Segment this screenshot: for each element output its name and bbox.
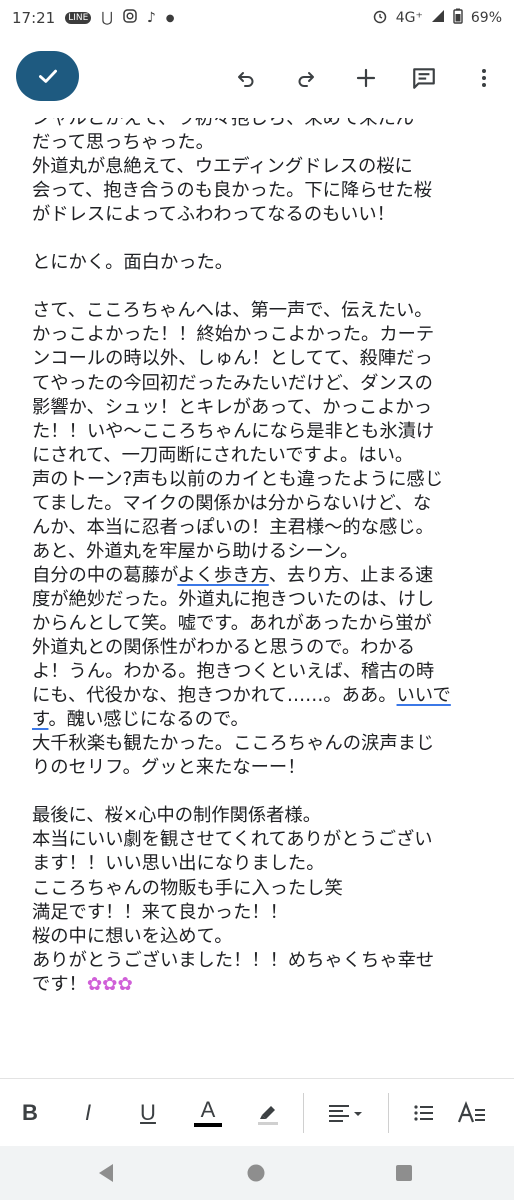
home-icon [247, 1164, 265, 1182]
bulleted-list-icon [414, 1105, 433, 1121]
insert-button[interactable] [348, 60, 384, 96]
format-bar: B I U A [0, 1078, 514, 1147]
doc-line: てやったの今回初だったみたいだけど、ダンスの [32, 372, 433, 394]
doc-line: シャルとかえて、ラ初々抱しら、来めて来たん [32, 118, 415, 129]
more-vert-icon [482, 69, 486, 87]
doc-line: からんとして笑。嘘です。あれがあったから蛍が [32, 612, 432, 634]
flower-emoji: ✿✿✿ [86, 973, 133, 995]
done-button[interactable] [16, 51, 79, 101]
dot-icon: ● [165, 12, 175, 24]
doc-line: ありがとうございました！！！めちゃくちゃ幸せ [32, 949, 435, 971]
undo-icon [238, 72, 254, 87]
doc-line: 会って、抱き合うのも良かった。下に降らせた桜 [32, 180, 432, 202]
doc-line: 度が絶妙だった。外道丸に抱きついたのは、けし [32, 588, 435, 610]
more-options-button[interactable] [466, 60, 502, 96]
doc-line: さて、こころちゃんへは、第一声で、伝えたい。 [32, 300, 433, 322]
doc-line: てました。マイクの関係かは分からないけど、な [32, 492, 432, 514]
text-color-letter: A [200, 1097, 216, 1122]
doc-line: 影響か、シュッ！とキレがあって、かっこよかっ [32, 396, 432, 418]
doc-line: 声のトーン?声も以前のカイとも違ったように感じ [32, 468, 443, 490]
alarm-icon [372, 8, 388, 28]
doc-line: だって思っちゃった。 [32, 132, 214, 154]
spellcheck-underline[interactable]: す [32, 709, 48, 730]
check-icon [38, 69, 57, 83]
doc-line: んか、本当に忍者っぽいの！主君様〜的な感じ。 [32, 516, 434, 538]
doc-line: た！！いや〜こころちゃんになら是非とも氷漬け [32, 420, 435, 442]
doc-line: ます！！いい思い出になりました。 [32, 853, 325, 875]
doc-line: にされて、一刀両断にされたいですよ。はい。 [32, 444, 414, 466]
doc-line: ンコールの時以外、しゅん！としてて、殺陣だっ [32, 348, 433, 370]
text-color-button[interactable]: A [190, 1095, 226, 1131]
text-color-swatch [194, 1123, 222, 1127]
comment-button[interactable] [406, 60, 442, 96]
tiktok-icon: ♪ [146, 10, 156, 26]
line-app-icon: LINE [65, 12, 92, 24]
status-right: 4G⁺ 69% [372, 0, 502, 36]
doc-line-last: です！✿✿✿ [32, 973, 502, 997]
editor-toolbar [0, 36, 514, 118]
format-separator [303, 1093, 304, 1133]
align-button[interactable] [322, 1095, 370, 1131]
doc-line-squiggle-1: 自分の中の葛藤がよく歩き方、去り方、止まる速 [32, 564, 502, 588]
doc-line [32, 227, 502, 251]
doc-line-text: 自分の中の葛藤が [32, 564, 178, 586]
doc-line [32, 780, 502, 804]
doc-line [32, 275, 502, 299]
u-next-icon: ⋃ [101, 10, 113, 26]
doc-line: こころちゃんの物販も手に入ったし笑 [32, 877, 343, 899]
spellcheck-underline[interactable]: いいで [397, 685, 451, 706]
doc-line: りのセリフ。グッと来たなーー！ [32, 757, 306, 779]
plus-icon [356, 68, 376, 88]
instagram-icon [123, 9, 137, 27]
highlighter-icon [258, 1106, 278, 1125]
document-body[interactable]: シャルとかえて、ラ初々抱しら、来めて来たん だって思っちゃった。 外道丸が息絶え… [0, 118, 514, 1078]
recents-button[interactable] [390, 1159, 418, 1187]
bulleted-list-button[interactable] [408, 1095, 440, 1131]
doc-line: 最後に、桜×心中の制作関係者様。 [32, 805, 321, 827]
doc-line: 本当にいい劇を観させてくれてありがとうござい [32, 829, 433, 851]
doc-line: 桜の中に想いを込めて。 [32, 925, 233, 947]
doc-line: あと、外道丸を牢屋から助けるシーン。 [32, 540, 359, 562]
comment-icon [413, 68, 435, 89]
doc-line: がドレスによってふわわってなるのもいい！ [32, 204, 395, 226]
text-format-button[interactable] [454, 1095, 490, 1131]
network-label: 4G⁺ [395, 10, 423, 26]
redo-button[interactable] [288, 60, 324, 96]
back-icon [99, 1164, 113, 1182]
doc-line: 大千秋楽も観たかった。こころちゃんの涙声まじ [32, 733, 435, 755]
doc-line-text: 、去り方、止まる速 [268, 564, 434, 586]
battery-percent: 69% [470, 10, 502, 26]
status-bar: 17:21 LINE ⋃ ♪ ● 4G⁺ 69% [0, 0, 514, 36]
recents-icon [396, 1165, 412, 1181]
align-left-icon [329, 1105, 362, 1122]
signal-icon [431, 9, 445, 27]
text-format-icon [457, 1100, 485, 1123]
doc-line: とにかく。面白かった。 [32, 252, 234, 274]
doc-line-squiggle-2b: す。醜い感じになるので。 [32, 708, 502, 732]
doc-line-text: 。醜い感じになるので。 [48, 709, 249, 731]
doc-line: 外道丸との関係性がわかると思うので。わかる [32, 637, 415, 659]
home-button[interactable] [242, 1159, 270, 1187]
undo-button[interactable] [228, 60, 264, 96]
doc-line-text: です！ [32, 973, 87, 995]
doc-line: かっこよかった！！終始かっこよかった。カーテ [32, 324, 435, 346]
spellcheck-underline[interactable]: よく歩き方 [177, 565, 268, 586]
doc-line: よ！うん。わかる。抱きつくといえば、稽古の時 [32, 661, 435, 683]
notification-icons: LINE ⋃ ♪ ● [65, 9, 174, 27]
highlight-button[interactable] [250, 1095, 286, 1131]
doc-line: 満足です！！来て良かった！！ [32, 901, 288, 923]
status-time: 17:21 [12, 9, 56, 27]
doc-line: 外道丸が息絶えて、ウエディングドレスの桜に [32, 156, 413, 178]
format-separator [388, 1093, 389, 1133]
battery-icon [453, 8, 463, 28]
doc-line-squiggle-2a: にも、代役かな、抱きつかれて……。ああ。いいで [32, 684, 502, 708]
back-button[interactable] [92, 1159, 120, 1187]
redo-icon [298, 72, 314, 87]
bold-button[interactable]: B [14, 1095, 46, 1131]
system-nav-bar [0, 1146, 514, 1200]
document-text[interactable]: シャルとかえて、ラ初々抱しら、来めて来たん だって思っちゃった。 外道丸が息絶え… [32, 118, 502, 997]
italic-button[interactable]: I [72, 1095, 104, 1131]
underline-button[interactable]: U [132, 1095, 164, 1131]
doc-line-text: にも、代役かな、抱きつかれて……。ああ。 [32, 685, 397, 707]
